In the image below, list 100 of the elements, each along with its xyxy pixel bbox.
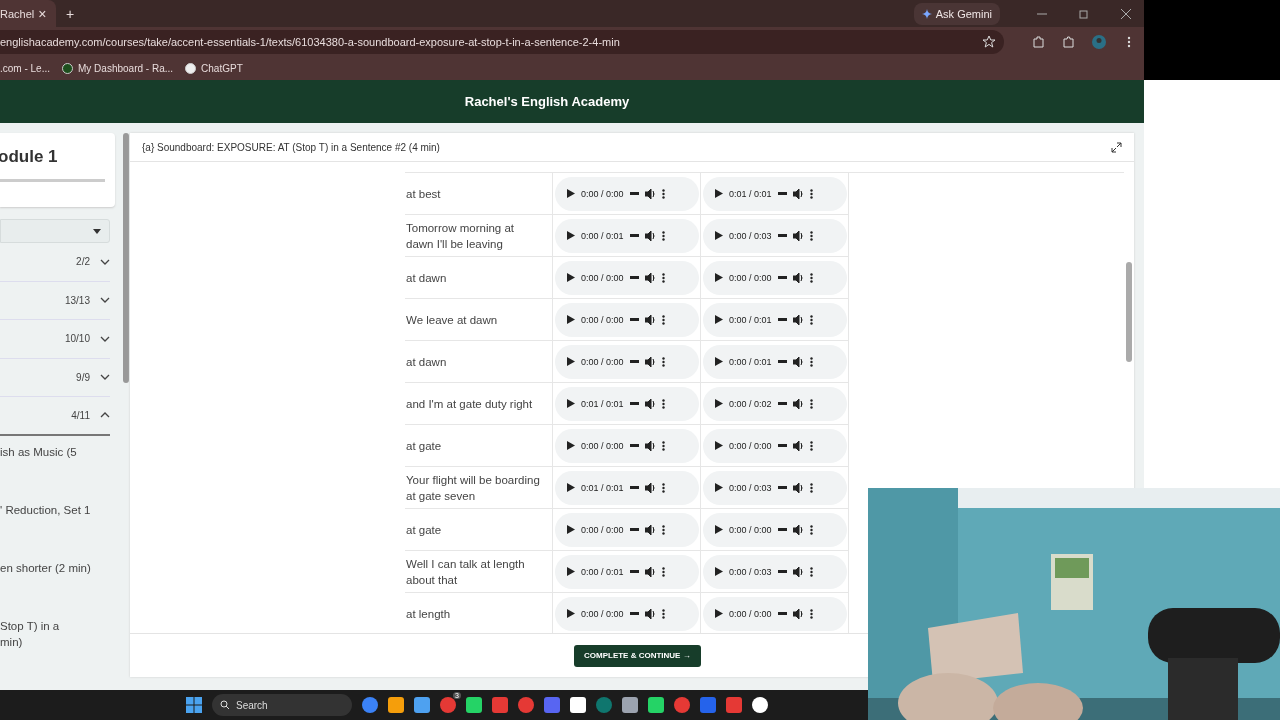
- volume-icon[interactable]: [792, 356, 804, 367]
- more-icon[interactable]: [809, 440, 813, 451]
- restore-icon[interactable]: [1078, 7, 1090, 20]
- volume-icon[interactable]: [644, 608, 656, 619]
- volume-icon[interactable]: [644, 482, 656, 493]
- volume-icon[interactable]: [792, 188, 804, 199]
- app-icon[interactable]: [752, 697, 768, 713]
- lesson-link[interactable]: ish as Music (5: [0, 435, 122, 494]
- star-icon[interactable]: [982, 34, 996, 49]
- seek-bar[interactable]: [777, 528, 787, 531]
- audio-player[interactable]: 0:00 / 0:00: [703, 512, 847, 547]
- audio-player[interactable]: 0:00 / 0:01: [555, 218, 699, 253]
- search-field[interactable]: Search: [212, 694, 352, 716]
- audio-player[interactable]: 0:01 / 0:01: [555, 386, 699, 421]
- play-icon[interactable]: [715, 357, 723, 366]
- seek-bar[interactable]: [629, 612, 639, 615]
- seek-bar[interactable]: [777, 276, 787, 279]
- more-icon[interactable]: [809, 482, 813, 493]
- more-icon[interactable]: [661, 272, 665, 283]
- more-icon[interactable]: [809, 608, 813, 619]
- play-icon[interactable]: [567, 609, 575, 618]
- volume-icon[interactable]: [644, 566, 656, 577]
- play-icon[interactable]: [715, 231, 723, 240]
- play-icon[interactable]: [715, 189, 723, 198]
- audio-player[interactable]: 0:00 / 0:01: [703, 344, 847, 379]
- play-icon[interactable]: [715, 441, 723, 450]
- volume-icon[interactable]: [792, 566, 804, 577]
- audio-player[interactable]: 0:00 / 0:00: [555, 512, 699, 547]
- seek-bar[interactable]: [777, 234, 787, 237]
- audio-player[interactable]: 0:00 / 0:03: [703, 470, 847, 505]
- seek-bar[interactable]: [629, 570, 639, 573]
- play-icon[interactable]: [567, 525, 575, 534]
- audio-player[interactable]: 0:00 / 0:00: [555, 176, 699, 211]
- volume-icon[interactable]: [792, 398, 804, 409]
- bookmark[interactable]: My Dashboard - Ra...: [62, 62, 174, 74]
- seek-bar[interactable]: [629, 318, 639, 321]
- bookmark[interactable]: .com - Le...: [0, 62, 50, 74]
- scrollbar-thumb[interactable]: [123, 133, 129, 383]
- audio-player[interactable]: 0:00 / 0:00: [555, 302, 699, 337]
- seek-bar[interactable]: [777, 318, 787, 321]
- close-icon[interactable]: [1120, 7, 1132, 20]
- volume-icon[interactable]: [644, 398, 656, 409]
- play-icon[interactable]: [715, 609, 723, 618]
- volume-icon[interactable]: [644, 356, 656, 367]
- seek-bar[interactable]: [777, 360, 787, 363]
- more-icon[interactable]: [809, 524, 813, 535]
- play-icon[interactable]: [567, 189, 575, 198]
- volume-icon[interactable]: [644, 188, 656, 199]
- volume-icon[interactable]: [792, 524, 804, 535]
- more-icon[interactable]: [661, 314, 665, 325]
- seek-bar[interactable]: [629, 444, 639, 447]
- audio-player[interactable]: 0:00 / 0:01: [703, 302, 847, 337]
- volume-icon[interactable]: [644, 314, 656, 325]
- play-icon[interactable]: [715, 315, 723, 324]
- complete-continue-button[interactable]: COMPLETE & CONTINUE →: [574, 644, 701, 667]
- volume-icon[interactable]: [792, 314, 804, 325]
- section-row[interactable]: 4/11: [0, 397, 110, 436]
- audio-player[interactable]: 0:01 / 0:01: [703, 176, 847, 211]
- more-icon[interactable]: [809, 314, 813, 325]
- close-tab-button[interactable]: ×: [34, 5, 51, 22]
- play-icon[interactable]: [567, 483, 575, 492]
- lesson-link[interactable]: Stop T) in a min): [0, 609, 122, 668]
- section-row[interactable]: 10/10: [0, 320, 110, 359]
- more-icon[interactable]: [809, 230, 813, 241]
- seek-bar[interactable]: [777, 192, 787, 195]
- more-icon[interactable]: [661, 566, 665, 577]
- play-icon[interactable]: [567, 441, 575, 450]
- volume-icon[interactable]: [792, 230, 804, 241]
- more-icon[interactable]: [661, 440, 665, 451]
- volume-icon[interactable]: [792, 440, 804, 451]
- play-icon[interactable]: [567, 273, 575, 282]
- ask-gemini-button[interactable]: Ask Gemini: [913, 2, 1000, 25]
- new-tab-button[interactable]: +: [62, 5, 79, 22]
- audio-player[interactable]: 0:00 / 0:00: [555, 260, 699, 295]
- section-row[interactable]: 9/9: [0, 358, 110, 397]
- volume-icon[interactable]: [792, 272, 804, 283]
- more-icon[interactable]: [809, 356, 813, 367]
- seek-bar[interactable]: [629, 402, 639, 405]
- audio-player[interactable]: 0:00 / 0:03: [703, 218, 847, 253]
- more-icon[interactable]: [661, 188, 665, 199]
- play-icon[interactable]: [715, 483, 723, 492]
- more-icon[interactable]: [809, 272, 813, 283]
- more-icon[interactable]: [809, 566, 813, 577]
- seek-bar[interactable]: [629, 234, 639, 237]
- seek-bar[interactable]: [777, 570, 787, 573]
- more-icon[interactable]: [661, 524, 665, 535]
- volume-icon[interactable]: [644, 272, 656, 283]
- seek-bar[interactable]: [777, 444, 787, 447]
- play-icon[interactable]: [567, 399, 575, 408]
- audio-player[interactable]: 0:00 / 0:00: [703, 428, 847, 463]
- expand-icon[interactable]: [1111, 141, 1122, 153]
- seek-bar[interactable]: [777, 486, 787, 489]
- seek-bar[interactable]: [777, 612, 787, 615]
- seek-bar[interactable]: [629, 486, 639, 489]
- more-icon[interactable]: [661, 608, 665, 619]
- volume-icon[interactable]: [792, 482, 804, 493]
- audio-player[interactable]: 0:00 / 0:00: [703, 260, 847, 295]
- volume-icon[interactable]: [792, 608, 804, 619]
- address-bar[interactable]: englishacademy.com/courses/take/accent-essentials-1/texts/61034380-a-soundboard-exposure-at-stop-t-in-a-sentence-2-4-min: [0, 29, 1004, 54]
- section-row[interactable]: 13/13: [0, 281, 110, 320]
